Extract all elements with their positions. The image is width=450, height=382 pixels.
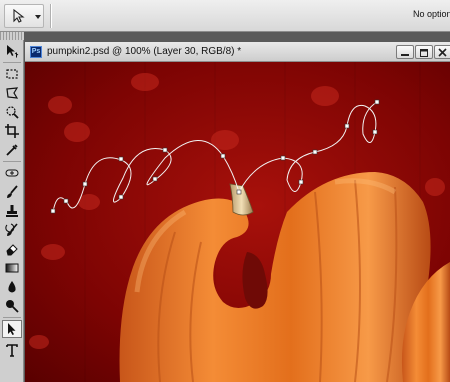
document-title: pumpkin2.psd @ 100% (Layer 30, RGB/8) * [47,46,242,57]
history-brush-tool-button[interactable] [2,221,22,239]
type-icon [6,344,18,357]
eraser-icon [6,244,18,256]
pumpkin-artwork [25,62,450,382]
eyedropper-icon [6,144,18,156]
minimize-button[interactable] [396,45,414,59]
history-brush-icon [5,223,18,236]
move-tool-button[interactable] [2,42,22,60]
tool-separator [3,317,21,318]
crop-icon [5,124,19,138]
type-tool-button[interactable] [2,341,22,359]
gradient-icon [5,263,19,273]
tool-separator [3,161,21,162]
eyedropper-tool-button[interactable] [2,141,22,159]
move-icon [7,45,19,58]
document-canvas[interactable] [25,62,450,382]
maximize-icon [420,49,428,57]
quick-selection-icon [6,106,19,119]
crop-tool-button[interactable] [2,122,22,140]
clone-stamp-icon [6,205,18,217]
pen-icon [13,8,25,23]
document-title-bar[interactable]: Ps pumpkin2.psd @ 100% (Layer 30, RGB/8)… [25,42,450,62]
tools-panel [0,32,24,382]
panel-grip[interactable] [0,32,24,40]
brush-icon [7,185,18,198]
dodge-tool-button[interactable] [2,297,22,315]
blur-icon [8,281,16,293]
chevron-down-icon [35,15,41,19]
pen-icon [8,323,16,335]
photoshop-document-icon: Ps [30,46,42,58]
brush-tool-button[interactable] [2,183,22,201]
options-status-text: No options [413,9,450,19]
close-icon [438,48,447,57]
close-button[interactable] [434,45,450,59]
gradient-tool-button[interactable] [2,259,22,277]
spot-healing-tool-button[interactable] [2,164,22,182]
document-window: Ps pumpkin2.psd @ 100% (Layer 30, RGB/8)… [25,42,450,382]
clone-stamp-tool-button[interactable] [2,202,22,220]
spot-healing-icon [5,169,19,177]
maximize-button[interactable] [415,45,433,59]
lasso-icon [6,87,19,99]
blur-tool-button[interactable] [2,278,22,296]
marquee-icon [6,69,18,79]
minimize-icon [401,54,409,56]
lasso-tool-button[interactable] [2,84,22,102]
marquee-tool-button[interactable] [2,65,22,83]
eraser-tool-button[interactable] [2,240,22,258]
tool-preset-picker[interactable] [4,4,44,28]
tool-separator [3,62,21,63]
quick-selection-tool-button[interactable] [2,103,22,121]
options-separator [50,4,52,28]
pen-tool-button[interactable] [2,320,22,338]
options-bar: No options [0,0,450,32]
dodge-icon [6,300,19,313]
